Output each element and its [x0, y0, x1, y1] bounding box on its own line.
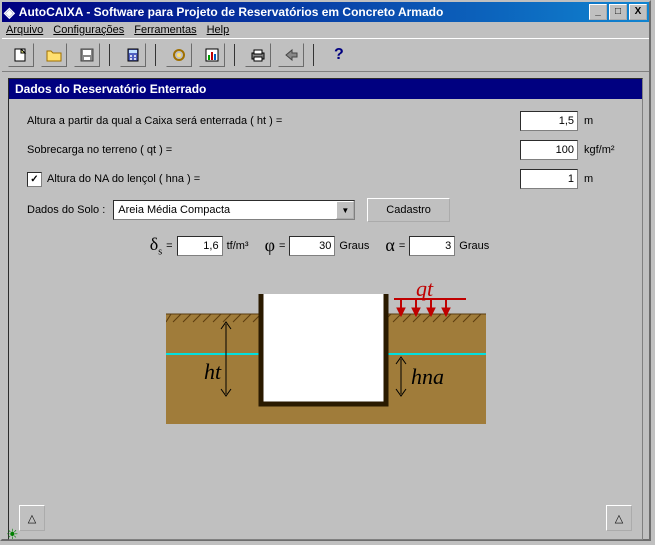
main-window: ◈ AutoCAIXA - Software para Projeto de R…	[0, 0, 651, 541]
back-arrow-icon	[282, 47, 300, 63]
back-button[interactable]	[278, 43, 304, 67]
qt-unit: kgf/m²	[584, 144, 624, 156]
diagram: qt ht	[27, 274, 624, 434]
next-page-button[interactable]: △	[606, 505, 632, 531]
triangle-up-icon: △	[28, 512, 36, 525]
settings-button[interactable]	[166, 43, 192, 67]
qt-diagram-label: qt	[416, 276, 434, 301]
close-button[interactable]: X	[629, 4, 647, 20]
maximize-button[interactable]: □	[609, 4, 627, 20]
phi-input[interactable]	[289, 236, 335, 256]
hna-label: Altura do NA do lençol ( hna ) =	[47, 173, 200, 185]
form-area: Altura a partir da qual a Caixa será ent…	[9, 99, 642, 446]
phi-unit: Graus	[339, 240, 369, 252]
delta-input[interactable]	[177, 236, 223, 256]
panel-title: Dados do Reservatório Enterrado	[9, 79, 642, 99]
titlebar: ◈ AutoCAIXA - Software para Projeto de R…	[2, 2, 649, 22]
help-button[interactable]: ?	[334, 46, 344, 64]
toolbar: ?	[2, 38, 649, 72]
ht-input[interactable]	[520, 111, 578, 131]
save-button[interactable]	[74, 43, 100, 67]
calculator-button[interactable]	[120, 43, 146, 67]
alpha-unit: Graus	[459, 240, 489, 252]
alpha-input[interactable]	[409, 236, 455, 256]
statusbar: ☀	[6, 526, 19, 543]
menu-ferramentas[interactable]: Ferramentas	[134, 24, 196, 36]
qt-input[interactable]	[520, 140, 578, 160]
save-icon	[78, 47, 96, 63]
ht-unit: m	[584, 115, 624, 127]
menu-help[interactable]: Help	[207, 24, 230, 36]
triangle-up-icon: △	[615, 512, 623, 525]
hna-unit: m	[584, 173, 624, 185]
phi-symbol: φ	[265, 235, 275, 256]
app-icon: ◈	[4, 5, 15, 19]
window-title: AutoCAIXA - Software para Projeto de Res…	[19, 5, 587, 19]
soil-label: Dados do Solo :	[27, 204, 105, 216]
menu-configuracoes[interactable]: Configurações	[53, 24, 124, 36]
hna-input[interactable]	[520, 169, 578, 189]
alpha-symbol: α	[385, 235, 394, 256]
gear-icon	[170, 47, 188, 63]
chevron-down-icon: ▼	[336, 201, 354, 219]
soil-select[interactable]: Areia Média Compacta ▼	[113, 200, 355, 220]
print-button[interactable]	[245, 43, 271, 67]
status-icon: ☀	[6, 526, 19, 543]
hna-diagram-label: hna	[411, 364, 444, 389]
previous-page-button[interactable]: △	[19, 505, 45, 531]
delta-unit: tf/m³	[227, 240, 249, 252]
report-button[interactable]	[199, 43, 225, 67]
ht-diagram-label: ht	[204, 359, 222, 384]
document-chart-icon	[203, 47, 221, 63]
minimize-button[interactable]: _	[589, 4, 607, 20]
ht-label: Altura a partir da qual a Caixa será ent…	[27, 115, 282, 127]
new-file-button[interactable]	[8, 43, 34, 67]
soil-select-value: Areia Média Compacta	[114, 204, 336, 216]
soil-parameters-row: δs = tf/m³ φ = Graus α = Graus	[27, 234, 624, 258]
reservoir-diagram-svg: qt ht	[166, 274, 486, 434]
delta-symbol: δs	[150, 234, 162, 258]
cadastro-button[interactable]: Cadastro	[367, 198, 450, 222]
qt-label: Sobrecarga no terreno ( qt ) =	[27, 144, 172, 156]
menubar: Arquivo Configurações Ferramentas Help	[2, 22, 649, 38]
open-folder-icon	[45, 47, 63, 63]
hna-checkbox[interactable]: ✓	[27, 172, 42, 187]
menu-arquivo[interactable]: Arquivo	[6, 24, 43, 36]
open-file-button[interactable]	[41, 43, 67, 67]
printer-icon	[249, 47, 267, 63]
content-area: Dados do Reservatório Enterrado Altura a…	[8, 78, 643, 540]
new-file-icon	[12, 47, 30, 63]
calculator-icon	[124, 47, 142, 63]
